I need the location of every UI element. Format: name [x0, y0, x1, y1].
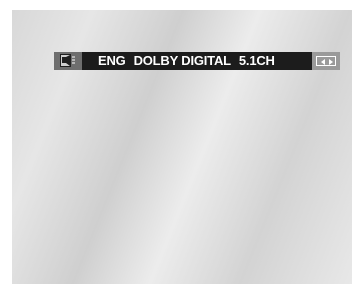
tv-screen: ENG DOLBY DIGITAL 5.1CH	[12, 10, 352, 284]
audio-language: ENG	[98, 53, 126, 68]
audio-osd-bar: ENG DOLBY DIGITAL 5.1CH	[54, 52, 340, 70]
audio-icon	[54, 52, 82, 70]
audio-channels: 5.1CH	[238, 53, 275, 68]
audio-format: DOLBY DIGITAL	[133, 53, 232, 68]
audio-info: ENG DOLBY DIGITAL 5.1CH	[82, 52, 312, 70]
audio-info-text: ENG DOLBY DIGITAL 5.1CH	[98, 53, 275, 69]
left-right-arrows-icon[interactable]	[316, 56, 336, 66]
